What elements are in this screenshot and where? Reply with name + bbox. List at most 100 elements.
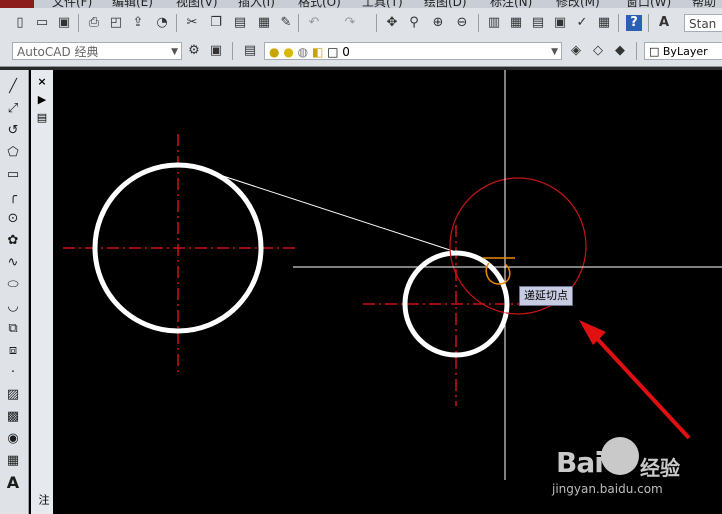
calc-icon[interactable]: ▦ bbox=[596, 15, 612, 31]
table-icon[interactable]: ▦ bbox=[4, 452, 22, 470]
make-block-icon[interactable]: ⧈ bbox=[4, 342, 22, 360]
color-value: ByLayer bbox=[662, 45, 708, 58]
gear-icon[interactable]: ⚙ bbox=[186, 43, 202, 59]
toolbar-separator bbox=[78, 14, 79, 32]
right-circle-center-lines bbox=[363, 225, 521, 406]
point-icon[interactable]: · bbox=[4, 364, 22, 382]
arc-icon[interactable]: ╭ bbox=[4, 188, 22, 206]
help-icon[interactable]: ? bbox=[626, 15, 642, 31]
copy-icon[interactable]: ❐ bbox=[208, 15, 224, 31]
layer-previous-icon[interactable]: ◇ bbox=[590, 43, 606, 59]
sun-icon: ● bbox=[283, 45, 294, 59]
menu-bar: 文件(F) 编辑(E) 视图(V) 插入(I) 格式(O) 工具(T) 绘图(D… bbox=[0, 0, 722, 8]
text-style-icon[interactable]: A bbox=[656, 15, 672, 31]
menu-tools[interactable]: 工具(T) bbox=[362, 0, 403, 8]
circle-icon[interactable]: ⊙ bbox=[4, 210, 22, 228]
rectangle-icon[interactable]: ▭ bbox=[4, 166, 22, 184]
baidu-logo: Bai bbox=[556, 446, 604, 479]
standard-toolbar: ▯ ▭ ▣ ⎙ ◰ ⇪ ◔ ✂ ❐ ▤ ▦ ✎ ↶ ↷ ✥ ⚲ ⊕ ⊖ ▥ ▦ … bbox=[0, 8, 722, 39]
color-combo[interactable]: □ ByLayer bbox=[644, 42, 722, 60]
toolbar-separator bbox=[232, 42, 233, 60]
polyline-icon[interactable]: ↺ bbox=[4, 122, 22, 140]
text-icon[interactable]: A bbox=[4, 474, 22, 492]
new-icon[interactable]: ▯ bbox=[12, 15, 28, 31]
make-current-icon[interactable]: ◈ bbox=[568, 43, 584, 59]
watermark-url: jingyan.baidu.com bbox=[552, 482, 663, 496]
publish-icon[interactable]: ⇪ bbox=[130, 15, 146, 31]
print-icon[interactable]: ⎙ bbox=[86, 15, 102, 31]
checkbox-icon: □ bbox=[649, 45, 663, 58]
menu-window[interactable]: 窗口(W) bbox=[626, 0, 671, 8]
paste-icon[interactable]: ▤ bbox=[232, 15, 248, 31]
insert-block-icon[interactable]: ⧉ bbox=[4, 320, 22, 338]
menu-view[interactable]: 视图(V) bbox=[176, 0, 218, 8]
red-arrow-annotation bbox=[579, 320, 691, 440]
chevron-down-icon: ▼ bbox=[171, 47, 178, 57]
autohide-icon[interactable]: ▶ bbox=[36, 94, 48, 106]
layer-states-icon[interactable]: ◆ bbox=[612, 43, 628, 59]
tool-palette-strip: × ▶ ▤ 批注 bbox=[31, 70, 66, 514]
toolbar-separator bbox=[298, 14, 299, 32]
line-icon[interactable]: ╱ bbox=[4, 78, 22, 96]
cut-icon[interactable]: ✂ bbox=[184, 15, 200, 31]
toolbar-separator bbox=[648, 14, 649, 32]
chevron-down-icon: ▼ bbox=[551, 47, 558, 57]
layer-value: 0 bbox=[342, 45, 350, 59]
lock-open-icon: ◧ bbox=[311, 45, 324, 59]
markup-icon[interactable]: ✓ bbox=[574, 15, 590, 31]
properties-menu-icon[interactable]: ▤ bbox=[36, 112, 48, 124]
paw-icon bbox=[601, 437, 639, 475]
color-swatch-icon: □ bbox=[327, 45, 339, 59]
close-icon[interactable]: × bbox=[36, 76, 48, 88]
spline-icon[interactable]: ∿ bbox=[4, 254, 22, 272]
tool-palette-icon[interactable]: ▤ bbox=[530, 15, 546, 31]
sheet-icon[interactable]: ▣ bbox=[552, 15, 568, 31]
gradient-icon[interactable]: ▩ bbox=[4, 408, 22, 426]
menu-edit[interactable]: 编辑(E) bbox=[112, 0, 153, 8]
menu-insert[interactable]: 插入(I) bbox=[238, 0, 275, 8]
ellipse-icon[interactable]: ⬭ bbox=[4, 276, 22, 294]
zoom-prev-icon[interactable]: ⊖ bbox=[454, 15, 470, 31]
menu-format[interactable]: 格式(O) bbox=[298, 0, 341, 8]
brush-icon[interactable]: ✎ bbox=[278, 15, 294, 31]
undo-icon[interactable]: ↶ bbox=[306, 15, 322, 31]
properties-icon[interactable]: ▥ bbox=[486, 15, 502, 31]
design-center-icon[interactable]: ▦ bbox=[508, 15, 524, 31]
menu-draw[interactable]: 绘图(D) bbox=[424, 0, 467, 8]
redo-icon[interactable]: ↷ bbox=[342, 15, 358, 31]
match-icon[interactable]: ▦ bbox=[256, 15, 272, 31]
crosshair-cursor bbox=[293, 70, 722, 480]
menu-dimension[interactable]: 标注(N) bbox=[490, 0, 532, 8]
polygon-icon[interactable]: ⬠ bbox=[4, 144, 22, 162]
3d-icon[interactable]: ◔ bbox=[154, 15, 170, 31]
workspace-toolbar: AutoCAD 经典 ▼ ⚙ ▣ ▤ ● ● ◍ ◧ □ 0 ▼ ◈ ◇ ◆ □ … bbox=[0, 38, 722, 67]
lock-icon: ◍ bbox=[297, 45, 309, 59]
zoom-icon[interactable]: ⚲ bbox=[406, 15, 422, 31]
toolbar-separator bbox=[618, 14, 619, 32]
pan-icon[interactable]: ✥ bbox=[384, 15, 400, 31]
region-icon[interactable]: ◉ bbox=[4, 430, 22, 448]
zoom-window-icon[interactable]: ⊕ bbox=[430, 15, 446, 31]
tangent-line-preview bbox=[222, 175, 454, 252]
toolbar-separator bbox=[376, 14, 377, 32]
menu-help[interactable]: 帮助 bbox=[692, 0, 716, 8]
layer-combo[interactable]: ● ● ◍ ◧ □ 0 ▼ bbox=[264, 42, 562, 60]
save-icon[interactable]: ▣ bbox=[56, 15, 72, 31]
workspace-value: AutoCAD 经典 bbox=[17, 45, 99, 59]
workspace-combo[interactable]: AutoCAD 经典 ▼ bbox=[12, 42, 182, 60]
revcloud-icon[interactable]: ✿ bbox=[4, 232, 22, 250]
layer-manager-icon[interactable]: ▤ bbox=[242, 43, 258, 59]
preview-icon[interactable]: ◰ bbox=[108, 15, 124, 31]
hatch-icon[interactable]: ▨ bbox=[4, 386, 22, 404]
osnap-tooltip: 递延切点 bbox=[519, 286, 573, 306]
menu-file[interactable]: 文件(F) bbox=[52, 0, 92, 8]
ellipse-arc-icon[interactable]: ◡ bbox=[4, 298, 22, 316]
watermark-jingyan: 经验 bbox=[640, 456, 680, 480]
app-menu-button[interactable] bbox=[0, 0, 34, 8]
toolbar-separator bbox=[478, 14, 479, 32]
text-style-combo[interactable]: Stan bbox=[684, 14, 722, 32]
construction-line-icon[interactable]: ⤢ bbox=[4, 100, 22, 118]
menu-modify[interactable]: 修改(M) bbox=[556, 0, 600, 8]
workspace-settings-icon[interactable]: ▣ bbox=[208, 43, 224, 59]
open-icon[interactable]: ▭ bbox=[34, 15, 50, 31]
